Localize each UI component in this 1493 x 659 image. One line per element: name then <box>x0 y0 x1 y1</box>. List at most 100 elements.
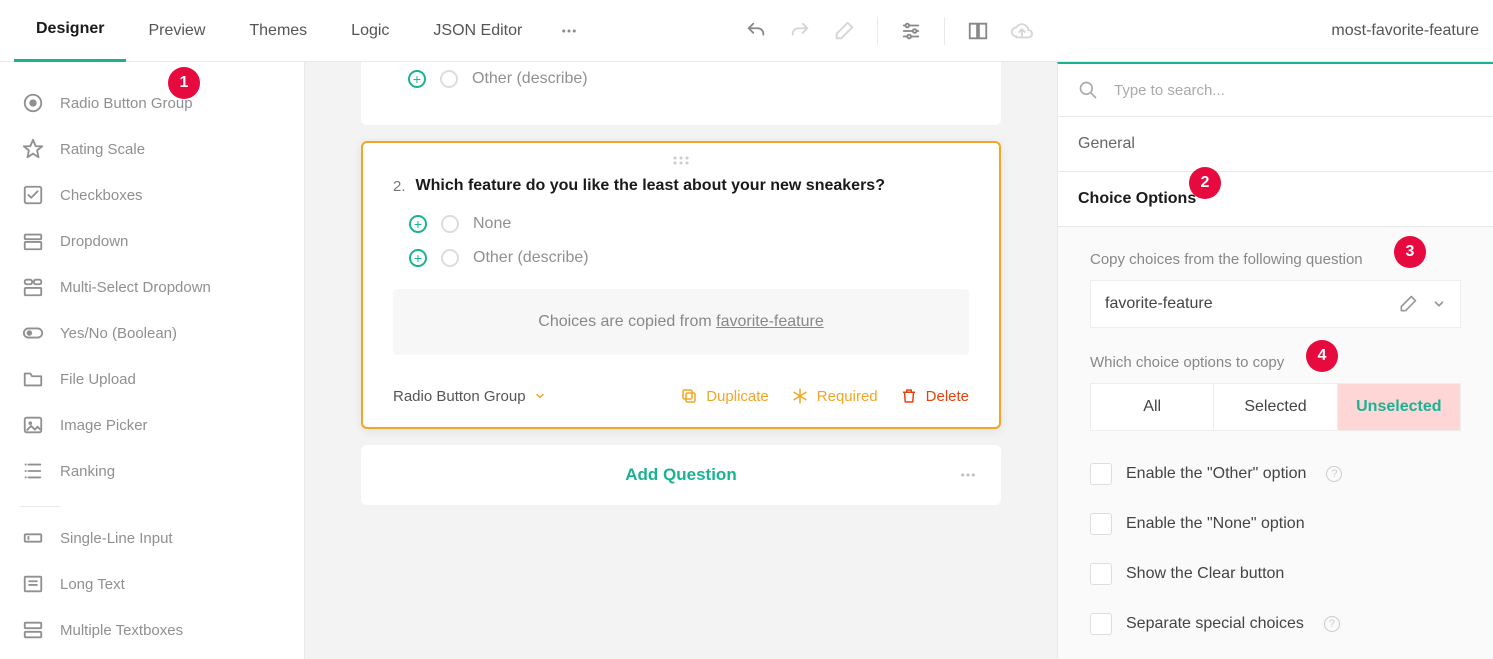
redo-icon <box>789 20 811 42</box>
search-input[interactable] <box>1112 81 1473 100</box>
add-icon[interactable]: + <box>409 215 427 233</box>
toolbox-radio[interactable]: Radio Button Group <box>0 80 304 126</box>
toolbox-comment[interactable]: Long Text <box>0 561 304 607</box>
radio-icon <box>441 249 459 267</box>
copied-prefix: Choices are copied from <box>538 313 716 330</box>
toolbox-multitext[interactable]: Multiple Textboxes <box>0 607 304 653</box>
annotation-badge-3: 3 <box>1394 236 1426 268</box>
cloud-upload-icon <box>1011 20 1033 42</box>
separate-special-row: Separate special choices ? <box>1090 599 1461 649</box>
tab-json-editor[interactable]: JSON Editor <box>411 0 544 62</box>
question-type-selector[interactable]: Radio Button Group <box>393 388 546 405</box>
group-choice-options[interactable]: Choice Options <box>1058 172 1493 227</box>
enable-none-row: Enable the "None" option <box>1090 499 1461 549</box>
toolbox-divider <box>20 506 60 507</box>
toolbox-checkboxes[interactable]: Checkboxes <box>0 172 304 218</box>
toolbox-text[interactable]: Single-Line Input <box>0 515 304 561</box>
tab-themes[interactable]: Themes <box>227 0 329 62</box>
add-icon[interactable]: + <box>408 70 426 88</box>
annotation-badge-1: 1 <box>168 67 200 99</box>
copy-mode-segmented[interactable]: All Selected Unselected <box>1090 383 1461 431</box>
design-canvas[interactable]: + Other (describe) 2. Which feature do y… <box>305 62 1057 659</box>
add-question-more[interactable] <box>959 466 977 484</box>
add-question-button[interactable]: Add Question <box>361 445 1001 505</box>
topbar-tools <box>745 0 1063 61</box>
enable-none-label: Enable the "None" option <box>1126 515 1305 533</box>
toolbox-imagepicker[interactable]: Image Picker <box>0 402 304 448</box>
chevron-down-icon[interactable] <box>1432 297 1446 311</box>
group-general[interactable]: General <box>1058 117 1493 172</box>
choice-label: Other (describe) <box>472 70 588 88</box>
choice-label: None <box>473 215 511 233</box>
annotation-badge-2: 2 <box>1189 167 1221 199</box>
toolbox-label: Ranking <box>60 463 115 480</box>
choices-copied-notice: Choices are copied from favorite-feature <box>393 289 969 355</box>
main: Radio Button Group Rating Scale Checkbox… <box>0 62 1493 659</box>
radio-icon <box>22 92 44 114</box>
toolbar-separator <box>877 17 878 45</box>
dots-icon <box>560 22 578 40</box>
choice-other-row[interactable]: + Other (describe) <box>393 241 969 275</box>
clear-button[interactable] <box>833 20 855 42</box>
undo-button[interactable] <box>745 20 767 42</box>
enable-other-label: Enable the "Other" option <box>1126 465 1306 483</box>
toolbox-ranking[interactable]: Ranking <box>0 448 304 494</box>
settings-button[interactable] <box>900 20 922 42</box>
tabs-more-button[interactable] <box>544 22 594 40</box>
multitext-icon <box>22 619 44 641</box>
toolbox-boolean[interactable]: Yes/No (Boolean) <box>0 310 304 356</box>
copied-source-link[interactable]: favorite-feature <box>716 313 824 330</box>
choice-none-row[interactable]: + None <box>393 207 969 241</box>
sliders-icon <box>900 20 922 42</box>
add-icon[interactable]: + <box>409 249 427 267</box>
topbar: Designer Preview Themes Logic JSON Edito… <box>0 0 1493 62</box>
duplicate-icon <box>680 387 698 405</box>
toolbox-rating[interactable]: Rating Scale <box>0 126 304 172</box>
dots-icon <box>959 466 977 484</box>
enable-other-row: Enable the "Other" option ? <box>1090 449 1461 499</box>
copy-mode-selected[interactable]: Selected <box>1214 384 1337 430</box>
info-icon[interactable]: ? <box>1326 466 1342 482</box>
question-card-selected[interactable]: 2. Which feature do you like the least a… <box>361 141 1001 429</box>
delete-label: Delete <box>926 388 969 405</box>
copy-mode-all[interactable]: All <box>1091 384 1214 430</box>
enable-none-checkbox[interactable] <box>1090 513 1112 535</box>
toolbar-separator <box>944 17 945 45</box>
translations-button[interactable] <box>967 20 989 42</box>
star-icon <box>22 138 44 160</box>
drag-handle[interactable] <box>363 151 999 171</box>
info-icon[interactable]: ? <box>1324 616 1340 632</box>
question-card-partial[interactable]: + Other (describe) <box>361 62 1001 125</box>
toolbox-label: Multiple Textboxes <box>60 622 183 639</box>
enable-other-checkbox[interactable] <box>1090 463 1112 485</box>
duplicate-button[interactable]: Duplicate <box>680 387 769 405</box>
annotation-badge-4: 4 <box>1306 340 1338 372</box>
clear-icon[interactable] <box>1398 294 1418 314</box>
choice-other-row[interactable]: + Other (describe) <box>392 62 970 96</box>
longtext-icon <box>22 573 44 595</box>
toolbox-label: Rating Scale <box>60 141 145 158</box>
tab-logic[interactable]: Logic <box>329 0 411 62</box>
chevron-down-icon <box>534 390 546 402</box>
redo-button[interactable] <box>789 20 811 42</box>
properties-search[interactable] <box>1058 64 1493 117</box>
question-title[interactable]: Which feature do you like the least abou… <box>416 177 885 195</box>
tab-preview[interactable]: Preview <box>126 0 227 62</box>
delete-button[interactable]: Delete <box>900 387 969 405</box>
toolbox-file[interactable]: File Upload <box>0 356 304 402</box>
required-toggle[interactable]: Required <box>791 387 878 405</box>
toolbox-dropdown[interactable]: Dropdown <box>0 218 304 264</box>
question-choices: + None + Other (describe) <box>363 207 999 275</box>
survey-title[interactable]: most-favorite-feature <box>1331 0 1479 62</box>
show-clear-checkbox[interactable] <box>1090 563 1112 585</box>
separate-special-checkbox[interactable] <box>1090 613 1112 635</box>
save-button[interactable] <box>1011 20 1033 42</box>
toolbox-tagbox[interactable]: Multi-Select Dropdown <box>0 264 304 310</box>
asterisk-icon <box>791 387 809 405</box>
tab-designer[interactable]: Designer <box>14 0 126 62</box>
search-icon <box>1078 80 1098 100</box>
copy-mode-unselected[interactable]: Unselected <box>1338 384 1460 430</box>
toolbox-label: Yes/No (Boolean) <box>60 325 177 342</box>
toolbox-label: Multi-Select Dropdown <box>60 279 211 296</box>
copy-from-select[interactable]: favorite-feature <box>1090 280 1461 328</box>
